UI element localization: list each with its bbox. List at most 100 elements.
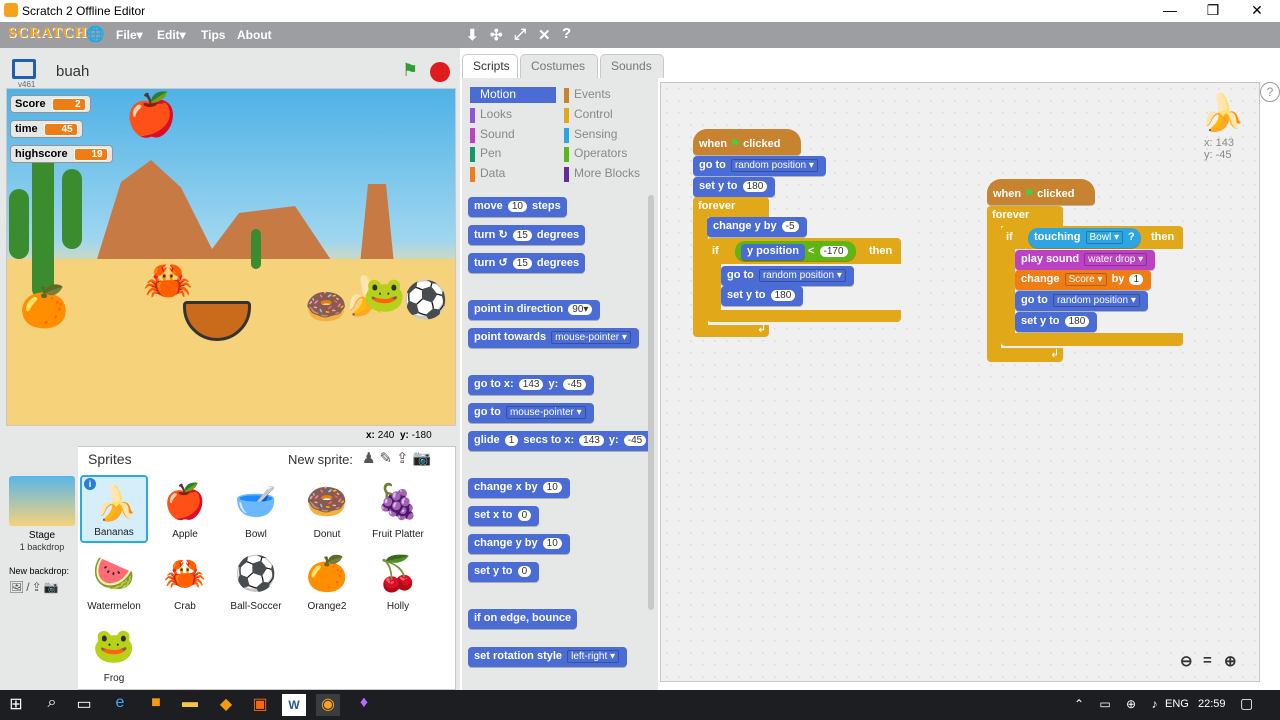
turn-left-block[interactable]: turn ↺ 15 degrees — [468, 253, 586, 273]
sprite-tile[interactable]: 🍎 Apple — [151, 475, 219, 543]
app-icon[interactable]: ♦ — [352, 694, 376, 716]
category-more-blocks[interactable]: More Blocks — [564, 166, 650, 182]
frog-sprite[interactable]: 🐸 — [363, 275, 405, 315]
category-data[interactable]: Data — [470, 166, 556, 182]
stop-icon[interactable] — [430, 62, 450, 82]
language-indicator[interactable]: ENG — [1165, 698, 1189, 710]
rotation-style-block[interactable]: set rotation style left-right ▾ — [468, 647, 628, 667]
change-x-block[interactable]: change x by 10 — [468, 478, 570, 498]
crab-sprite[interactable]: 🦀 — [143, 257, 193, 304]
task-view-icon[interactable]: ▭ — [72, 694, 96, 716]
category-sensing[interactable]: Sensing — [564, 127, 650, 143]
grow-icon[interactable]: ⤢ — [514, 26, 526, 43]
move-steps-block[interactable]: move 10 steps — [468, 197, 567, 217]
windows-start-icon[interactable]: ⊞ — [4, 694, 28, 716]
bounce-block[interactable]: if on edge, bounce — [468, 609, 578, 629]
change-y-block[interactable]: change y by 10 — [468, 534, 570, 554]
info-icon[interactable]: i — [84, 478, 96, 490]
sprite-tile[interactable]: 🍩 Donut — [293, 475, 361, 543]
sprite-tile[interactable]: 🍌 i Bananas — [80, 475, 148, 543]
stage-thumbnail[interactable] — [9, 476, 75, 526]
backdrop-tools-icon[interactable]: 🖼/⇪📷 — [9, 580, 61, 594]
tab-scripts[interactable]: Scripts — [462, 54, 518, 79]
donut-sprite[interactable]: 🍩 — [305, 287, 347, 327]
set-y-block[interactable]: set y to 0 — [468, 562, 540, 582]
set-y-block[interactable]: set y to 180 — [693, 177, 776, 197]
set-y-block[interactable]: set y to 180 — [1015, 312, 1098, 332]
sprite-tile[interactable]: 🐸 Frog — [80, 619, 148, 687]
turn-right-block[interactable]: turn ↻ 15 degrees — [468, 225, 586, 245]
close-button[interactable]: ✕ — [1237, 1, 1277, 21]
app-icon[interactable]: ▣ — [248, 694, 272, 716]
green-flag-icon[interactable]: ⚑ — [402, 60, 418, 81]
palette-scrollbar[interactable] — [648, 195, 654, 610]
set-y-block[interactable]: set y to 180 — [721, 286, 804, 306]
zoom-in-icon[interactable]: ⊕ — [1224, 652, 1237, 670]
stage-canvas[interactable]: 🍎 🦀 🍩 🍌 🐸 ⚽ 🍊 — [6, 88, 456, 426]
project-title[interactable]: buah — [56, 63, 89, 80]
maximize-button[interactable]: ❐ — [1193, 1, 1233, 21]
change-y-block[interactable]: change y by -5 — [707, 217, 807, 237]
category-pen[interactable]: Pen — [470, 146, 556, 162]
goto-random-block[interactable]: go to random position ▾ — [693, 156, 826, 176]
glide-block[interactable]: glide 1 secs to x: 143 y: -45 — [468, 431, 654, 451]
sprite-tile[interactable]: 🍊 Orange2 — [293, 547, 361, 615]
sprite-tile[interactable]: 🍇 Fruit Platter — [364, 475, 432, 543]
category-events[interactable]: Events — [564, 87, 650, 103]
touching-block[interactable]: touching Bowl ▾ ? — [1028, 228, 1141, 248]
category-control[interactable]: Control — [564, 107, 650, 123]
when-flag-clicked-block[interactable]: when ⚑ clicked — [693, 129, 801, 155]
goto-random-block[interactable]: go to random position ▾ — [721, 266, 854, 286]
point-direction-block[interactable]: point in direction 90▾ — [468, 300, 601, 320]
goto-random-block[interactable]: go to random position ▾ — [1015, 291, 1148, 311]
sprite-tile[interactable]: 🍉 Watermelon — [80, 547, 148, 615]
menu-about[interactable]: About — [237, 28, 272, 42]
minimize-button[interactable]: — — [1150, 1, 1190, 21]
sprite-tile[interactable]: 🍒 Holly — [364, 547, 432, 615]
delete-icon[interactable]: ✣ — [490, 26, 503, 44]
goto-xy-block[interactable]: go to x: 143 y: -45 — [468, 375, 594, 395]
menu-file[interactable]: File▾ — [116, 28, 143, 42]
zoom-reset-icon[interactable]: = — [1203, 652, 1212, 669]
clock[interactable]: 22:59 — [1198, 698, 1226, 710]
app-icon[interactable]: ■ — [144, 694, 168, 716]
new-sprite-tools-icon[interactable]: ♟✎⇪📷 — [362, 449, 435, 467]
globe-icon[interactable]: 🌐 — [86, 25, 105, 43]
menu-tips[interactable]: Tips — [201, 28, 225, 42]
orange-sprite[interactable]: 🍊 — [19, 283, 69, 330]
help-icon[interactable]: ? — [562, 25, 571, 42]
goto-block[interactable]: go to mouse-pointer ▾ — [468, 403, 594, 423]
file-explorer-icon[interactable]: ▬ — [178, 694, 202, 716]
word-icon[interactable]: W — [282, 694, 306, 716]
menu-edit[interactable]: Edit▾ — [157, 28, 186, 42]
scratch-taskbar-icon[interactable]: ◉ — [316, 694, 340, 716]
zoom-out-icon[interactable]: ⊖ — [1180, 652, 1193, 670]
app-icon[interactable]: ◆ — [214, 694, 238, 716]
help-icon[interactable]: ? — [1260, 82, 1280, 102]
search-icon[interactable]: ⌕ — [40, 694, 64, 716]
notifications-icon[interactable]: ▢ — [1240, 695, 1253, 712]
duplicate-icon[interactable]: ⬇ — [466, 26, 479, 44]
tab-costumes[interactable]: Costumes — [520, 54, 598, 78]
when-flag-clicked-block[interactable]: when ⚑ clicked — [987, 179, 1095, 205]
y-position-reporter[interactable]: y position — [741, 244, 805, 260]
set-x-block[interactable]: set x to 0 — [468, 506, 540, 526]
shrink-icon[interactable]: ✕ — [538, 26, 551, 44]
play-sound-block[interactable]: play sound water drop ▾ — [1015, 250, 1156, 270]
category-sound[interactable]: Sound — [470, 127, 556, 143]
less-than-operator[interactable]: y position < -170 — [735, 241, 856, 261]
sprite-tile[interactable]: 🦀 Crab — [151, 547, 219, 615]
category-operators[interactable]: Operators — [564, 146, 650, 162]
change-variable-block[interactable]: change Score ▾ by 1 — [1015, 270, 1152, 290]
point-towards-block[interactable]: point towards mouse-pointer ▾ — [468, 328, 639, 348]
category-looks[interactable]: Looks — [470, 107, 556, 123]
scratch-logo[interactable]: SCRATCH — [8, 25, 86, 45]
sprite-tile[interactable]: ⚽ Ball-Soccer — [222, 547, 290, 615]
tray-icons[interactable]: ⌃ ▭ ⊕ ♪ — [1074, 697, 1163, 711]
fullscreen-icon[interactable] — [12, 59, 36, 79]
tab-sounds[interactable]: Sounds — [600, 54, 664, 78]
sprite-tile[interactable]: 🥣 Bowl — [222, 475, 290, 543]
apple-sprite[interactable]: 🍎 — [125, 91, 177, 140]
edge-icon[interactable]: e — [108, 694, 132, 716]
soccer-ball-sprite[interactable]: ⚽ — [403, 279, 448, 321]
